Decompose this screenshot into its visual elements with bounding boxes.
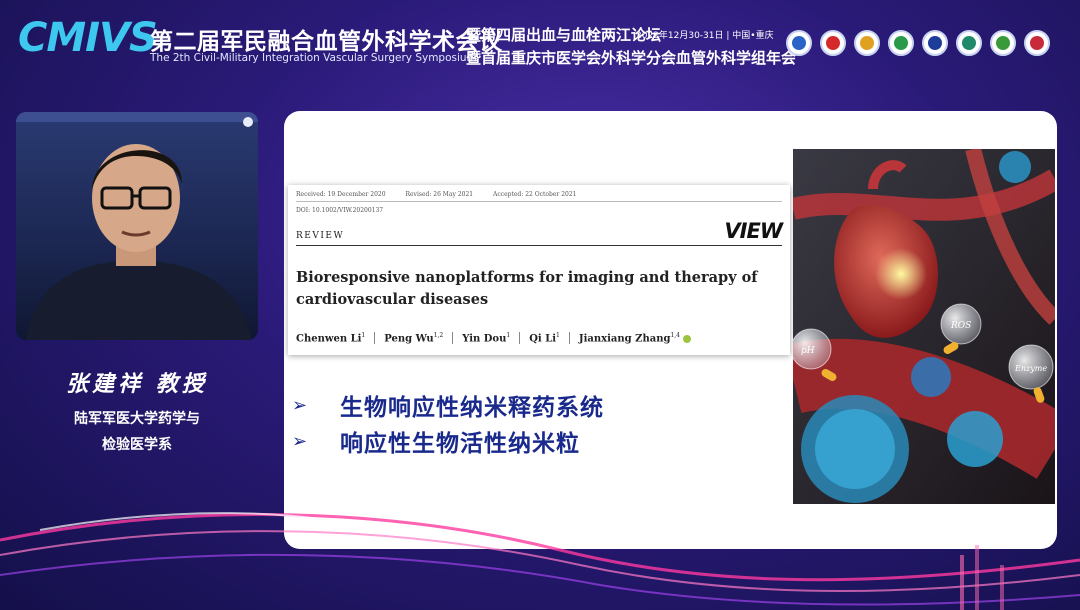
orcid-icon: [683, 334, 691, 343]
speaker-video-feed: [16, 112, 258, 340]
speaker-affiliation-line1: 陆军军医大学药学与: [74, 411, 200, 427]
paper-title: Bioresponsive nanoplatforms for imaging …: [296, 269, 758, 308]
speaker-portrait-icon: [16, 112, 258, 340]
divider: [296, 201, 782, 202]
sponsor-emblem-icon: [820, 30, 846, 56]
sponsor-emblem-icon: [854, 30, 880, 56]
cmivs-logo: CMIVS: [18, 15, 158, 61]
paper-doi: DOI: 10.1002/VIW.20200137: [296, 207, 384, 214]
sponsor-emblem-icon: [922, 30, 948, 56]
arrow-bullet-icon: ➢: [292, 394, 308, 416]
paper-dates: Received: 19 December 2020 Revised: 26 M…: [296, 191, 594, 198]
sponsor-emblem-icon: [956, 30, 982, 56]
speaker-affiliation-line2: 检验医学系: [102, 437, 172, 453]
paper-header-excerpt: Received: 19 December 2020 Revised: 26 M…: [288, 185, 790, 355]
annual-meeting-subtitle: 暨首届重庆市医学会外科学分会血管外科学组年会: [466, 49, 797, 67]
author-item: Jianxiang Zhang1,4: [568, 332, 700, 345]
ros-label: ROS: [950, 321, 971, 331]
sponsor-emblem-icon: [786, 30, 812, 56]
date-location: 2022年12月30-31日 | 中国•重庆: [636, 31, 774, 41]
received-date: Received: 19 December 2020: [296, 191, 386, 198]
author-item: Qi Li1: [519, 332, 569, 345]
enzyme-label: Enzyme: [1014, 364, 1047, 373]
sponsor-emblem-icon: [1024, 30, 1050, 56]
author-item: Peng Wu1,2: [374, 332, 452, 345]
author-item: Yin Dou1: [452, 332, 519, 345]
sponsor-emblem-icon: [888, 30, 914, 56]
bullet-text: 生物响应性纳米释药系统: [340, 395, 604, 421]
sponsor-emblem-icon: [990, 30, 1016, 56]
conference-title-cn: 第二届军民融合血管外科学术会议: [150, 29, 503, 55]
slide-bullet-list: ➢ 生物响应性纳米释药系统 ➢ 响应性生物活性纳米粒: [292, 387, 604, 459]
presentation-slide: Received: 19 December 2020 Revised: 26 M…: [284, 111, 1057, 549]
paper-authors: Chenwen Li1 Peng Wu1,2 Yin Dou1 Qi Li1 J…: [296, 332, 700, 345]
arrow-bullet-icon: ➢: [292, 430, 308, 452]
nanoparticle-heart-illustration: ROS pH Enzyme: [793, 149, 1055, 504]
author-item: Chenwen Li1: [296, 332, 366, 345]
bullet-item: ➢ 生物响应性纳米释药系统: [292, 387, 604, 423]
speaker-name: 张建祥 教授: [66, 371, 208, 397]
conference-title-en: The 2th Civil-Military Integration Vascu…: [150, 52, 477, 64]
bullet-item: ➢ 响应性生物活性纳米粒: [292, 423, 604, 459]
forum-subtitle: 暨第四届出血与血栓两江论坛: [466, 26, 662, 44]
divider: [296, 245, 782, 246]
accepted-date: Accepted: 22 October 2021: [493, 191, 577, 198]
paper-section-label: REVIEW: [296, 231, 345, 241]
conference-header: CMIVS 第二届军民融合血管外科学术会议 The 2th Civil-Mili…: [0, 0, 1080, 80]
revised-date: Revised: 26 May 2021: [405, 191, 474, 198]
sponsor-emblems: [786, 30, 1050, 56]
ph-label: pH: [801, 346, 815, 356]
journal-logo: VIEW: [724, 219, 783, 243]
bullet-text: 响应性生物活性纳米粒: [340, 431, 580, 457]
